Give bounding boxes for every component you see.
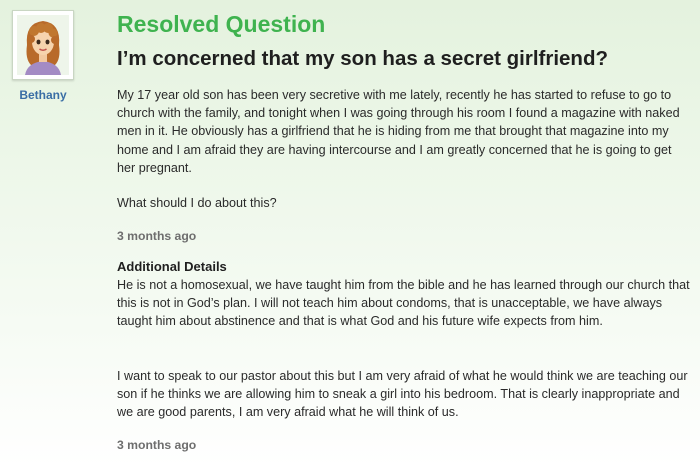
additional-details-paragraph: I want to speak to our pastor about this… — [117, 369, 688, 420]
question-timestamp: 3 months ago — [117, 229, 197, 243]
avatar[interactable] — [12, 10, 74, 80]
question-status: Resolved Question — [117, 11, 326, 37]
woman-avatar-icon — [17, 15, 69, 75]
question-title: I’m concerned that my son has a secret g… — [117, 47, 608, 70]
additional-details-timestamp: 3 months ago — [117, 438, 197, 452]
additional-details-paragraph: He is not a homosexual, we have taught h… — [117, 278, 690, 329]
asker-name[interactable]: Bethany — [13, 88, 73, 102]
additional-details-heading: Additional Details — [117, 259, 227, 274]
question-body-paragraph: What should I do about this? — [117, 196, 277, 210]
question-body-paragraph: My 17 year old son has been very secreti… — [117, 88, 680, 175]
